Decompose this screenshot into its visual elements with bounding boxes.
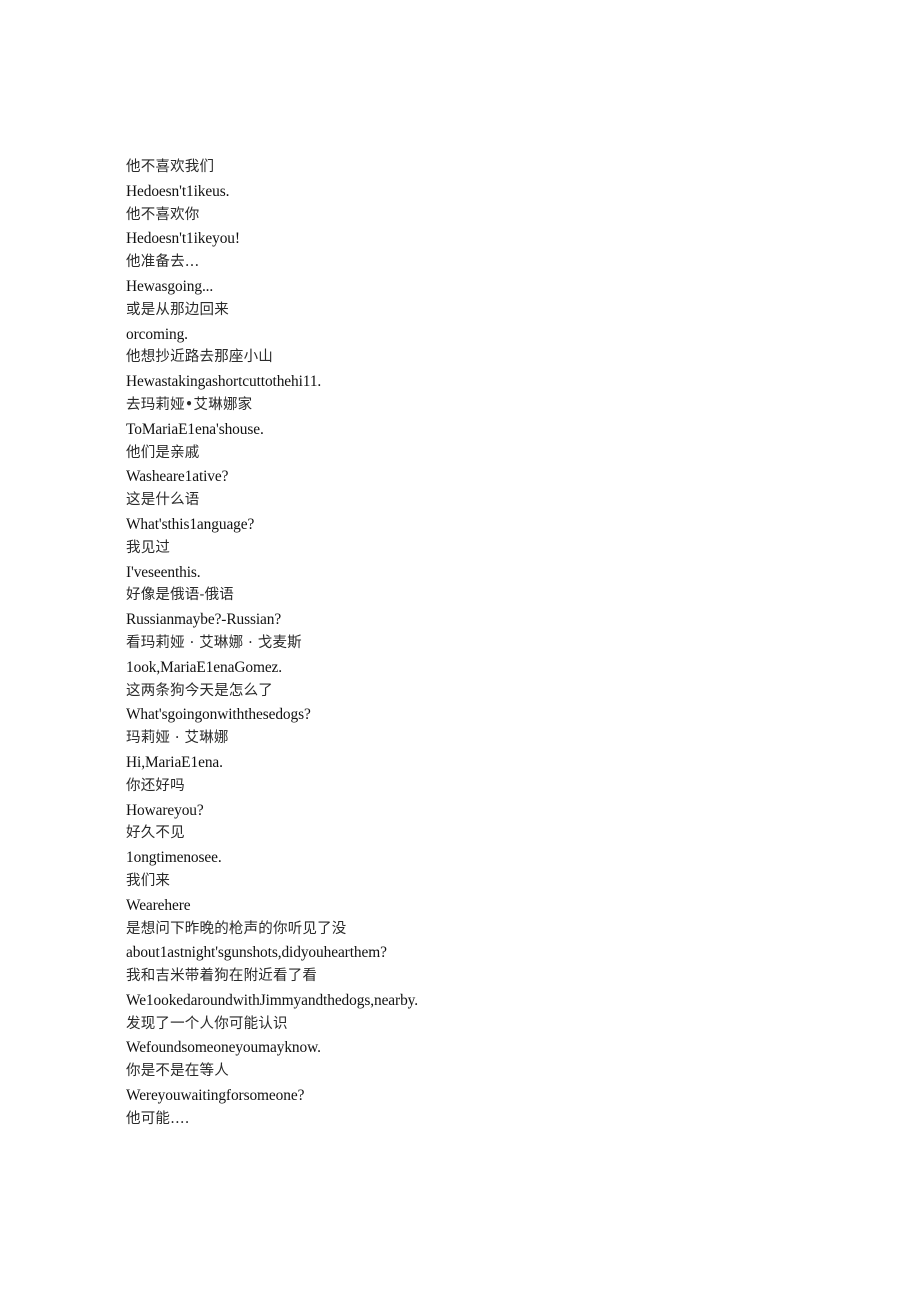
subtitle-line-english: Hedoesn't1ikeus. <box>126 182 230 200</box>
subtitle-line-english: Wearehere <box>126 896 191 914</box>
subtitle-line-english: Hewastakingashortcuttothehi11. <box>126 373 322 391</box>
subtitle-line-english: I'veseenthis. <box>126 563 201 581</box>
subtitle-line-chinese: 我见过 <box>126 539 171 556</box>
subtitle-line-chinese: 好像是俄语-俄语 <box>126 587 234 604</box>
subtitle-line-chinese: 他不喜欢你 <box>126 206 200 223</box>
subtitle-line-chinese: 我和吉米带着狗在附近看了看 <box>126 968 318 985</box>
subtitle-line-chinese: 去玛莉娅•艾琳娜家 <box>126 396 253 413</box>
subtitle-line-english: Howareyou? <box>126 801 204 819</box>
subtitle-line-english: What'sgoingonwiththesedogs? <box>126 706 311 724</box>
subtitle-line-english: 1ongtimenosee. <box>126 849 222 867</box>
subtitle-line-chinese: 他们是亲戚 <box>126 444 200 461</box>
subtitle-line-chinese: 他想抄近路去那座小山 <box>126 349 273 366</box>
subtitle-line-chinese: 他不喜欢我们 <box>126 159 215 175</box>
subtitle-line-chinese: 你还好吗 <box>126 777 185 794</box>
subtitle-line-chinese: 这是什么语 <box>126 492 200 509</box>
subtitle-line-english: Washeare1ative? <box>126 468 229 486</box>
subtitle-line-english: What'sthis1anguage? <box>126 515 255 533</box>
subtitle-line-english: Hi,MariaE1ena. <box>126 753 223 771</box>
subtitle-line-chinese: 这两条狗今天是怎么了 <box>126 682 273 699</box>
subtitle-line-english: Russianmaybe?-Russian? <box>126 611 282 629</box>
subtitle-line-chinese: 我们来 <box>126 872 171 889</box>
subtitle-line-chinese: 或是从那边回来 <box>126 301 229 318</box>
subtitle-line-english: ToMariaE1ena'shouse. <box>126 420 264 438</box>
document-page: 他不喜欢我们 Hedoesn't1ikeus. 他不喜欢你 Hedoesn't1ike… <box>0 0 920 1301</box>
subtitle-line-chinese: 你是不是在等人 <box>126 1063 229 1080</box>
subtitle-line-chinese: 好久不见 <box>126 825 185 842</box>
subtitle-line-chinese: 发现了一个人你可能认识 <box>126 1015 288 1032</box>
subtitle-line-english: We1ookedaroundwithJimmyandthedogs,nearby… <box>126 991 419 1009</box>
subtitle-line-english: Wefoundsomeoneyoumayknow. <box>126 1039 321 1057</box>
subtitle-line-english: about1astnight'sgunshots,didyouhearthem? <box>126 944 387 962</box>
transcript-text-block: 他不喜欢我们 Hedoesn't1ikeus. 他不喜欢你 Hedoesn't1ike… <box>126 156 826 1132</box>
subtitle-line-english: 1ook,MariaE1enaGomez. <box>126 658 283 676</box>
subtitle-line-chinese: 看玛莉娅 · 艾琳娜 · 戈麦斯 <box>126 634 302 651</box>
subtitle-line-english: Hewasgoing... <box>126 277 214 295</box>
subtitle-line-english: Wereyouwaitingforsomeone? <box>126 1087 305 1105</box>
subtitle-line-chinese: 他可能…. <box>126 1110 190 1127</box>
subtitle-line-chinese: 他准备去… <box>126 254 200 271</box>
subtitle-line-chinese: 是想问下昨晚的枪声的你听见了没 <box>126 920 347 937</box>
subtitle-line-english: orcoming. <box>126 325 188 343</box>
subtitle-line-english: Hedoesn't1ikeyou! <box>126 230 240 248</box>
subtitle-line-chinese: 玛莉娅 · 艾琳娜 <box>126 730 229 747</box>
